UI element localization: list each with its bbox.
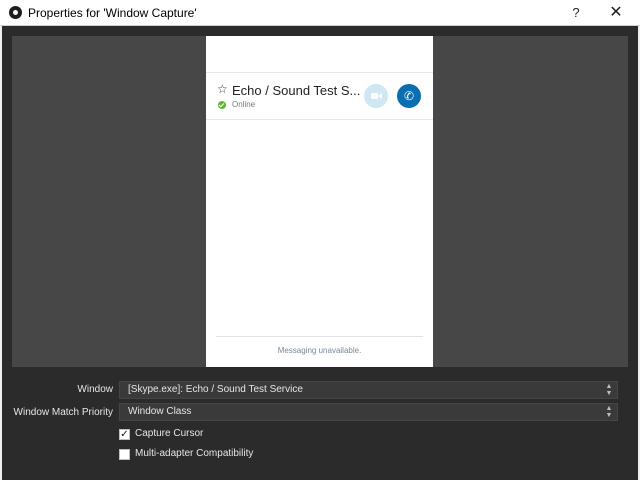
phone-icon: ✆ bbox=[397, 84, 421, 108]
contact-name: Echo / Sound Test S... bbox=[232, 83, 361, 98]
capture-cursor-checkbox[interactable]: ✓ bbox=[119, 429, 130, 440]
select-arrows-icon: ▲ ▼ bbox=[605, 383, 613, 397]
contact-status: Online bbox=[232, 100, 256, 109]
select-arrows-icon: ▲ ▼ bbox=[605, 405, 613, 419]
close-button[interactable]: ✕ bbox=[604, 4, 628, 22]
messaging-status: Messaging unavailable. bbox=[277, 346, 362, 355]
priority-label: Window Match Priority bbox=[13, 407, 113, 418]
footer-divider bbox=[216, 336, 423, 337]
window-border-left bbox=[0, 26, 2, 480]
captured-window: ☆ Echo / Sound Test S... Online ✆ Messag… bbox=[206, 36, 433, 367]
window-select-value: [Skype.exe]: Echo / Sound Test Service bbox=[128, 384, 303, 395]
obs-icon bbox=[9, 6, 22, 19]
video-camera-icon bbox=[371, 93, 382, 99]
help-button[interactable]: ? bbox=[566, 4, 586, 22]
window-label: Window bbox=[77, 384, 113, 395]
video-call-button bbox=[364, 84, 388, 108]
priority-select-value: Window Class bbox=[128, 406, 192, 417]
multi-adapter-checkbox[interactable] bbox=[119, 449, 130, 460]
contact-row: ☆ Echo / Sound Test S... Online ✆ bbox=[206, 72, 433, 120]
online-check-icon bbox=[218, 101, 226, 109]
window-title: Properties for 'Window Capture' bbox=[28, 6, 197, 20]
multi-adapter-label: Multi-adapter Compatibility bbox=[135, 448, 254, 459]
star-icon: ☆ bbox=[217, 82, 228, 96]
priority-select[interactable]: Window Class ▲ ▼ bbox=[119, 403, 618, 421]
title-bar: Properties for 'Window Capture' ? ✕ bbox=[0, 0, 640, 26]
capture-cursor-label: Capture Cursor bbox=[135, 428, 204, 439]
window-select[interactable]: [Skype.exe]: Echo / Sound Test Service ▲… bbox=[119, 381, 618, 399]
